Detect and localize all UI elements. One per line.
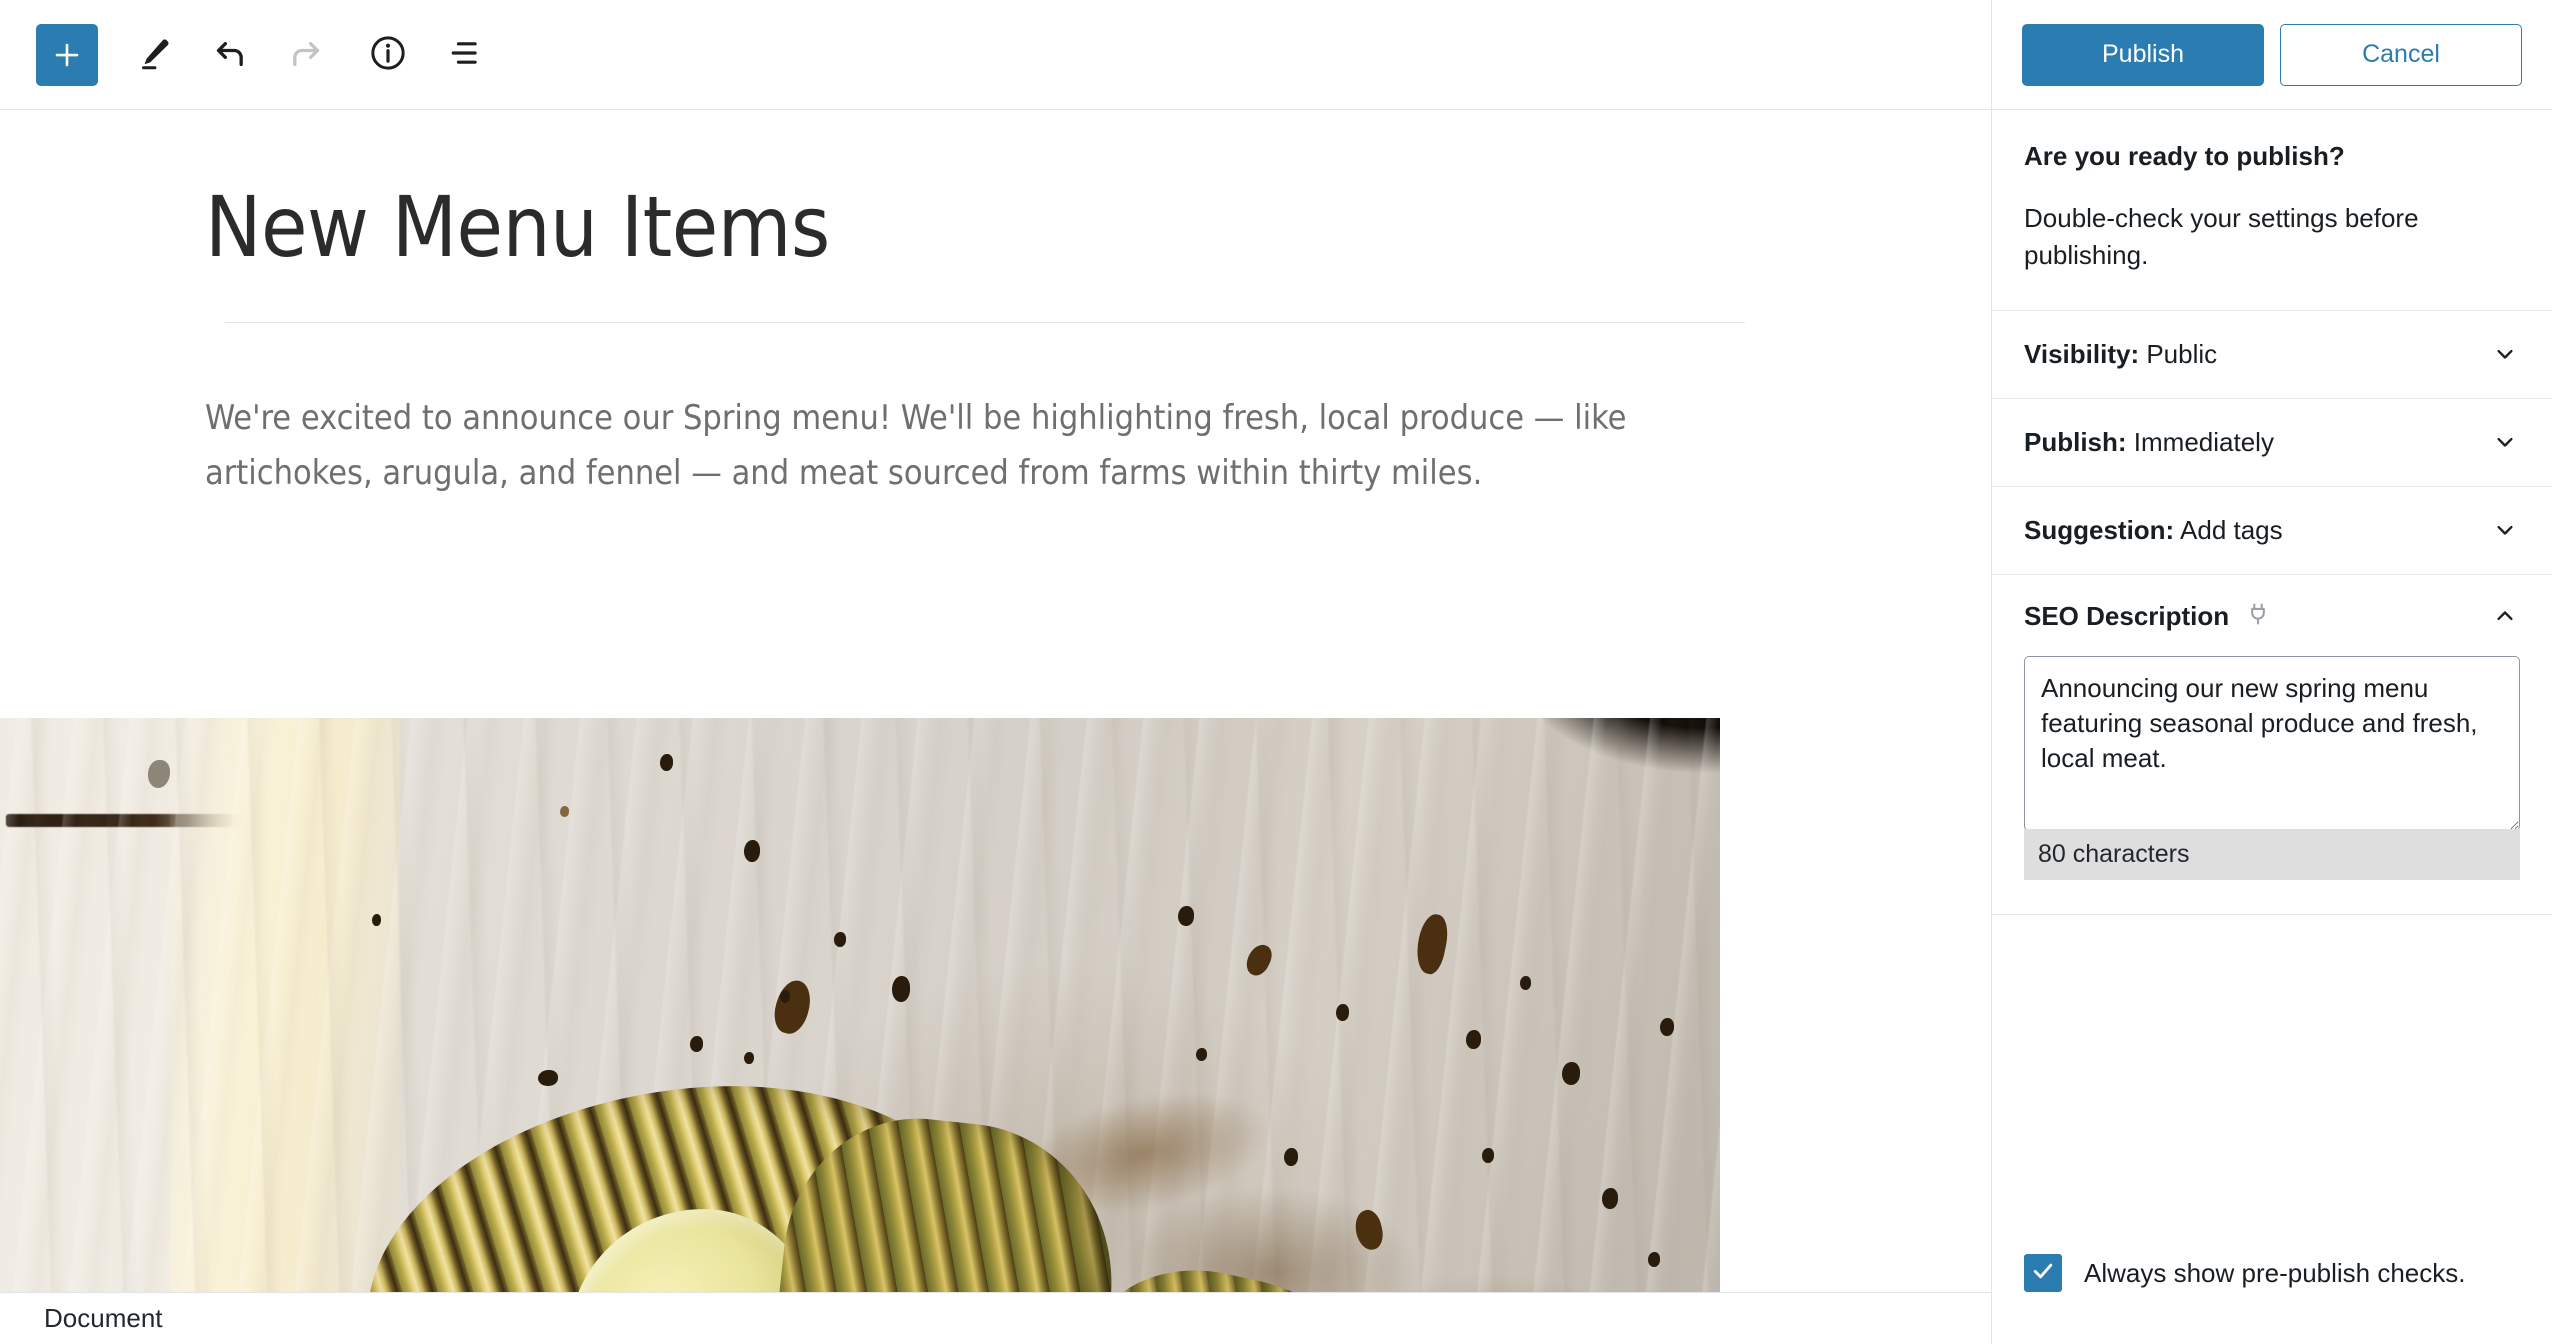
undo-button[interactable] (192, 17, 268, 93)
sidebar-header: Publish Cancel (1992, 0, 2552, 110)
panel-label-text: Visibility: (2024, 338, 2140, 369)
outline-button[interactable] (426, 17, 502, 93)
oil-spot (1602, 1188, 1618, 1209)
sidebar-intro: Are you ready to publish? Double-check y… (1992, 110, 2552, 310)
seo-panel-header-left: SEO Description (2024, 601, 2271, 632)
oil-spot (1648, 1252, 1660, 1267)
oil-spot (690, 1036, 703, 1052)
image-block[interactable] (0, 718, 1720, 1292)
post-paragraph-block[interactable]: We're excited to announce our Spring men… (0, 323, 1760, 501)
oil-spot (660, 754, 673, 771)
breadcrumb[interactable]: Document (44, 1303, 163, 1334)
panel-seo-description: SEO Description 80 char (1992, 573, 2552, 915)
chevron-down-icon[interactable] (2490, 339, 2520, 369)
redo-arrow-icon (286, 33, 326, 76)
editor-toolbar (0, 0, 1991, 110)
plug-icon (2245, 601, 2271, 632)
oil-spot (744, 840, 760, 862)
editor-column: New Menu Items We're excited to announce… (0, 0, 1991, 1344)
pencil-icon (135, 34, 173, 75)
editor-window: New Menu Items We're excited to announce… (0, 0, 2552, 1344)
sidebar-footer: Always show pre-publish checks. (1992, 1254, 2552, 1344)
oil-spot (1660, 1018, 1674, 1036)
pre-publish-sidebar: Publish Cancel Are you ready to publish?… (1991, 0, 2552, 1344)
seo-panel-title: SEO Description (2024, 600, 2230, 631)
panel-row-visibility[interactable]: Visibility: Public (1992, 309, 2552, 398)
panel-value-text: Public (2146, 338, 2218, 369)
plus-icon (52, 40, 82, 70)
oil-spot (1482, 1148, 1494, 1163)
oil-spot (780, 990, 790, 1003)
always-show-checks-checkbox[interactable] (2024, 1254, 2062, 1292)
redo-button[interactable] (268, 17, 344, 93)
oil-spot (1562, 1062, 1580, 1085)
panel-value-text: Immediately (2133, 426, 2274, 457)
list-view-icon (445, 34, 483, 75)
panel-label-text: Suggestion: (2024, 514, 2175, 545)
checkmark-icon (2030, 1258, 2056, 1289)
oil-spot (1178, 906, 1194, 926)
seo-panel-header[interactable]: SEO Description (2024, 601, 2520, 632)
seo-description-input[interactable] (2024, 655, 2520, 831)
panel-value-text: Add tags (2180, 514, 2283, 545)
oil-spot (1466, 1030, 1481, 1049)
add-block-button[interactable] (36, 23, 98, 86)
seo-character-count: 80 characters (2024, 828, 2520, 880)
chevron-down-icon[interactable] (2490, 515, 2520, 545)
oil-spot (1284, 1148, 1298, 1166)
undo-arrow-icon (210, 33, 250, 76)
oil-spot (892, 976, 910, 1002)
oil-spot (744, 1052, 754, 1064)
cancel-button[interactable]: Cancel (2280, 23, 2522, 86)
panel-label-text: Publish: (2024, 426, 2127, 457)
chevron-up-icon[interactable] (2490, 601, 2520, 631)
always-show-checks-label[interactable]: Always show pre-publish checks. (2084, 1258, 2466, 1289)
post-content: New Menu Items We're excited to announce… (0, 110, 1991, 501)
post-canvas: New Menu Items We're excited to announce… (0, 110, 1991, 1292)
details-button[interactable] (350, 17, 426, 93)
panel-row-publish[interactable]: Publish: Immediately (1992, 397, 2552, 486)
editor-statusbar: Document (0, 1292, 1991, 1344)
oil-spot (834, 932, 846, 947)
artichoke-photo (0, 718, 1720, 1292)
chevron-down-icon[interactable] (2490, 427, 2520, 457)
oil-spot (372, 914, 381, 926)
panel-label-visibility: Visibility: Public (2024, 339, 2217, 370)
panel-label-suggestion: Suggestion: Add tags (2024, 515, 2283, 546)
publish-button[interactable]: Publish (2022, 23, 2264, 86)
prepublish-description: Double-check your settings before publis… (2024, 202, 2419, 270)
oil-spot (560, 806, 569, 817)
panel-row-suggestion[interactable]: Suggestion: Add tags (1992, 485, 2552, 574)
panel-label-publish: Publish: Immediately (2024, 427, 2274, 458)
oil-spot (1196, 1048, 1207, 1061)
edit-tool-button[interactable] (116, 17, 192, 93)
prepublish-heading: Are you ready to publish? (2024, 141, 2345, 171)
post-title[interactable]: New Menu Items (0, 180, 1991, 274)
oil-spot (538, 1070, 558, 1086)
oil-spot (1336, 1004, 1349, 1021)
info-circle-icon (368, 33, 408, 76)
oil-spot (1520, 976, 1531, 990)
